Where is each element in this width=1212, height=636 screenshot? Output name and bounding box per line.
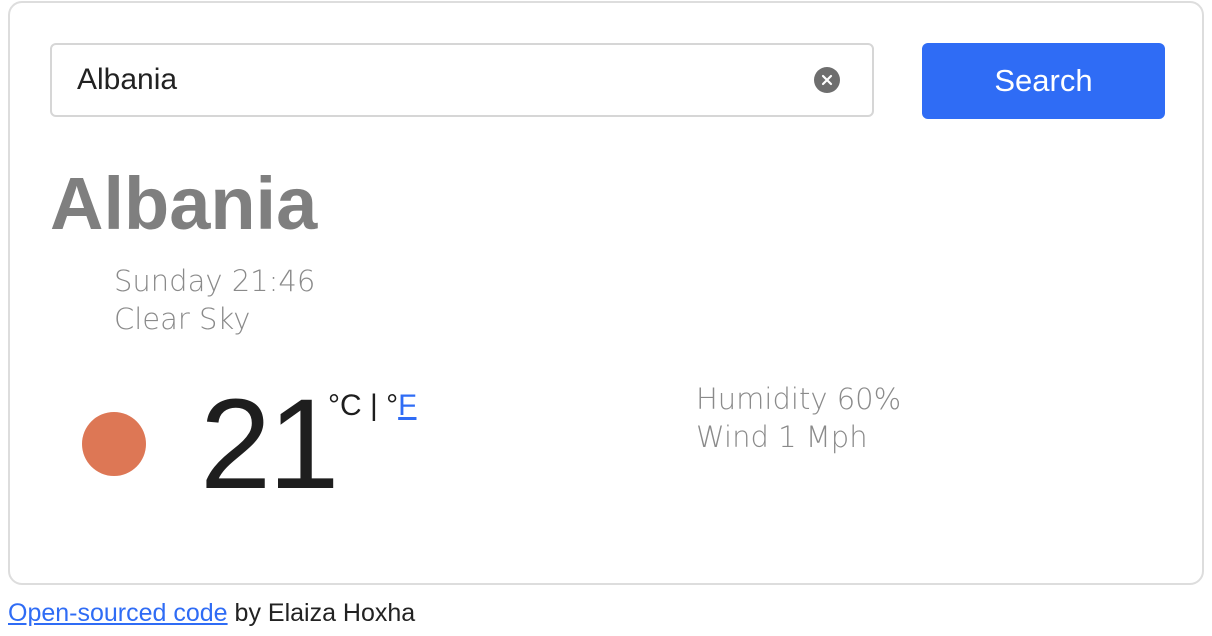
city-title: Albania	[50, 162, 318, 245]
wind: Wind 1 Mph	[696, 420, 868, 454]
source-code-link[interactable]: Open-sourced code	[8, 599, 228, 627]
unit-fahrenheit-link[interactable]: F	[398, 389, 416, 422]
weather-details: Sunday 21:46 Clear Sky	[114, 262, 315, 338]
weather-card: Search Albania Sunday 21:46 Clear Sky 21…	[8, 1, 1204, 585]
humidity: Humidity 60%	[696, 382, 902, 416]
weather-stats: Humidity 60% Wind 1 Mph	[696, 380, 901, 456]
search-input[interactable]	[52, 45, 814, 115]
unit-toggle: °C | °F	[328, 387, 416, 425]
search-box	[50, 43, 874, 117]
temperature-value: 21	[200, 373, 339, 516]
close-icon	[821, 74, 833, 86]
unit-degree: °	[386, 389, 399, 422]
unit-separator: |	[370, 389, 378, 422]
unit-celsius: °C	[328, 389, 362, 422]
author-credit: by Elaiza Hoxha	[227, 599, 416, 627]
weather-description: Clear Sky	[114, 302, 251, 336]
sun-icon	[82, 412, 146, 476]
search-button[interactable]: Search	[922, 43, 1165, 119]
footer: Open-sourced code by Elaiza Hoxha	[8, 596, 415, 630]
date-time: Sunday 21:46	[114, 264, 316, 298]
clear-circle-icon[interactable]	[814, 67, 840, 93]
